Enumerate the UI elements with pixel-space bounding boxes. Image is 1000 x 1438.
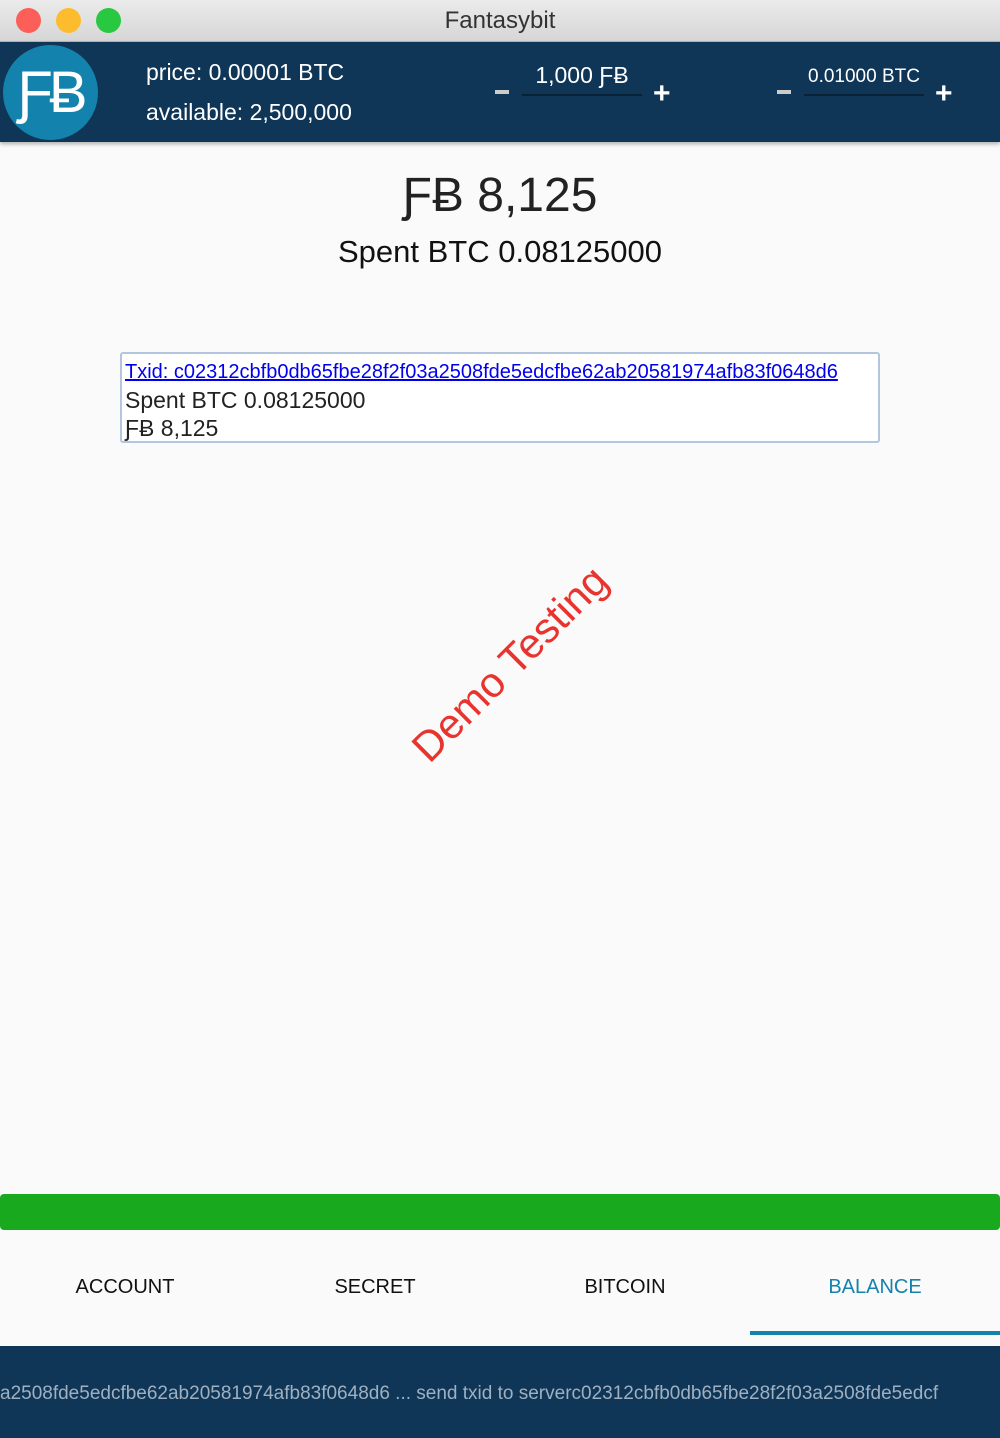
- progress-bar: [0, 1194, 1000, 1230]
- demo-watermark: Demo Testing: [402, 556, 617, 771]
- txid-link[interactable]: Txid: c02312cbfb0db65fbe28f2f03a2508fde5…: [125, 361, 838, 383]
- fb-decrement-button[interactable]: [495, 90, 509, 94]
- btc-decrement-button[interactable]: [777, 90, 791, 94]
- fb-increment-button[interactable]: +: [653, 79, 671, 109]
- btc-increment-button[interactable]: +: [935, 79, 953, 109]
- available-label: available: 2,500,000: [146, 99, 352, 125]
- receipt-spent: Spent BTC 0.08125000: [125, 387, 366, 413]
- tab-secret[interactable]: SECRET: [250, 1240, 500, 1335]
- fb-total: ƑɃ 8,125: [402, 169, 598, 222]
- header: ƑɃ price: 0.00001 BTC available: 2,500,0…: [0, 42, 1000, 142]
- fantasybit-logo: ƑɃ: [3, 45, 98, 140]
- minimize-window-button[interactable]: [56, 8, 81, 33]
- btc-amount-input[interactable]: 0.01000 BTC: [804, 66, 924, 96]
- tab-balance[interactable]: BALANCE: [750, 1240, 1000, 1335]
- receipt-fb: ƑɃ 8,125: [125, 415, 219, 441]
- price-label: price: 0.00001 BTC: [146, 59, 345, 85]
- tab-bitcoin[interactable]: BITCOIN: [500, 1240, 750, 1335]
- fb-amount-input[interactable]: 1,000 ƑɃ: [522, 62, 642, 96]
- progress-fill: [0, 1194, 1000, 1230]
- tab-account[interactable]: ACCOUNT: [0, 1240, 250, 1335]
- close-window-button[interactable]: [16, 8, 41, 33]
- tab-bar: ACCOUNT SECRET BITCOIN BALANCE: [0, 1240, 1000, 1335]
- zoom-window-button[interactable]: [96, 8, 121, 33]
- receipt-box: Txid: c02312cbfb0db65fbe28f2f03a2508fde5…: [120, 352, 880, 443]
- title-bar: Fantasybit: [0, 0, 1000, 42]
- window-title: Fantasybit: [444, 7, 556, 34]
- spent-btc: Spent BTC 0.08125000: [337, 234, 663, 269]
- status-bar: a2508fde5edcfbe62ab20581974afb83f0648d6 …: [0, 1346, 1000, 1438]
